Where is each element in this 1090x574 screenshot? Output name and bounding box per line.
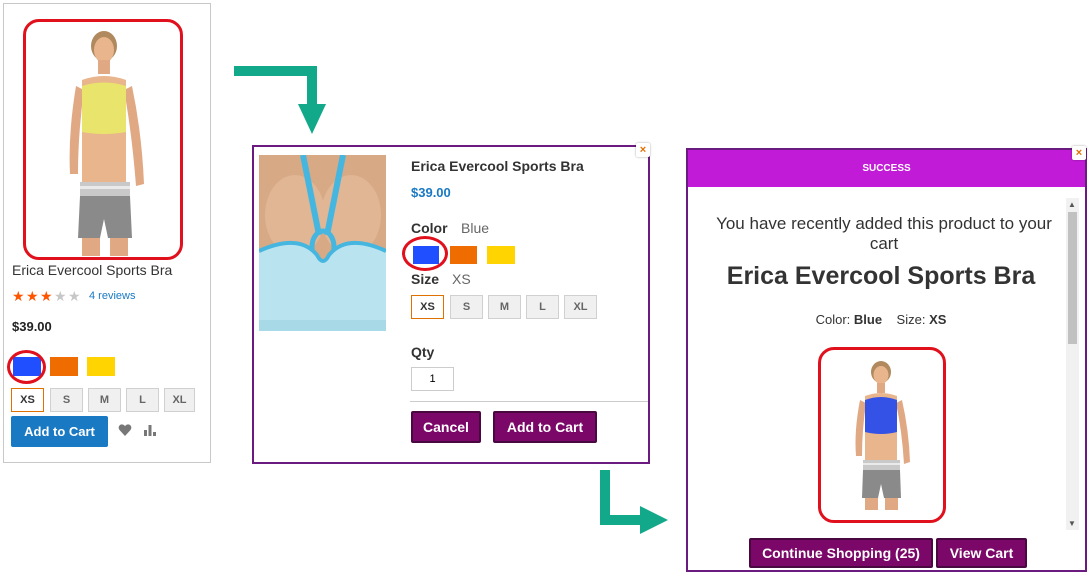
add-to-cart-button[interactable]: Add to Cart (493, 411, 597, 443)
size-option-xs[interactable]: XS (411, 295, 444, 319)
color-value: Blue (461, 220, 490, 236)
success-options: Color: Blue Size: XS (688, 312, 1074, 327)
view-cart-button[interactable]: View Cart (936, 538, 1027, 568)
size-label: Size: (896, 312, 926, 327)
size-option-m[interactable]: M (488, 295, 521, 319)
size-option-s[interactable]: S (450, 295, 483, 319)
star-icon: ★ (26, 288, 39, 304)
qty-input[interactable] (411, 367, 454, 391)
continue-shopping-button[interactable]: Continue Shopping (25) (749, 538, 933, 568)
product-card: Erica Evercool Sports Bra ★ ★ ★ ★ ★ 4 re… (3, 3, 211, 463)
color-label: Color: (815, 312, 851, 327)
star-icon: ★ (54, 288, 67, 304)
size-option-xs[interactable]: XS (11, 388, 44, 412)
modal-product-name: Erica Evercool Sports Bra (411, 158, 584, 174)
size-label: Size (411, 271, 440, 287)
modal-scrollbar[interactable]: ▲ ▼ (1066, 198, 1079, 530)
quick-add-modal: Erica Evercool Sports Bra $39.00 Color B… (252, 145, 650, 464)
product-price: $39.00 (12, 319, 52, 334)
swatch-highlight-ring (402, 236, 448, 271)
swatch-orange[interactable] (50, 357, 78, 376)
rating-stars: ★ ★ ★ ★ ★ (12, 289, 84, 303)
success-modal: SUCCESS You have recently added this pro… (686, 148, 1087, 572)
close-icon[interactable]: × (636, 143, 650, 157)
reviews-link[interactable]: 4 reviews (89, 290, 135, 302)
product-name-link[interactable]: Erica Evercool Sports Bra (12, 262, 172, 278)
star-icon: ★ (68, 288, 81, 304)
flow-arrow-right-icon (600, 470, 668, 534)
model-back-photo (259, 155, 386, 331)
qty-label: Qty (411, 344, 435, 360)
star-icon: ★ (40, 288, 53, 304)
swatch-highlight-ring (7, 350, 46, 384)
color-value: Blue (853, 312, 883, 327)
image-highlight-ring (818, 347, 946, 523)
flow-arrow-down-icon (234, 66, 326, 134)
size-value: XS (452, 271, 471, 287)
size-option-m[interactable]: M (88, 388, 121, 412)
product-back-image (259, 155, 386, 331)
success-header: SUCCESS (688, 150, 1085, 187)
size-value: XS (929, 312, 947, 327)
color-label: Color (411, 220, 448, 236)
modal-divider (410, 401, 648, 402)
add-to-cart-button[interactable]: Add to Cart (11, 416, 108, 447)
swatch-yellow[interactable] (487, 246, 515, 264)
scrollbar-thumb[interactable] (1068, 212, 1077, 344)
bar-chart-icon[interactable] (143, 423, 157, 437)
cancel-button[interactable]: Cancel (411, 411, 481, 443)
modal-product-price: $39.00 (411, 185, 451, 200)
swatch-orange[interactable] (450, 246, 477, 264)
close-icon[interactable]: × (1072, 146, 1086, 160)
size-option-l[interactable]: L (526, 295, 559, 319)
image-highlight-ring (23, 19, 183, 260)
size-option-xl[interactable]: XL (564, 295, 597, 319)
swatch-yellow[interactable] (87, 357, 115, 376)
size-option-xl[interactable]: XL (164, 388, 195, 412)
success-product-name: Erica Evercool Sports Bra (726, 262, 1036, 290)
size-option-s[interactable]: S (50, 388, 83, 412)
heart-icon[interactable] (118, 423, 132, 437)
scroll-down-icon[interactable]: ▼ (1068, 519, 1076, 528)
size-option-l[interactable]: L (126, 388, 159, 412)
scroll-up-icon[interactable]: ▲ (1068, 200, 1076, 209)
success-message: You have recently added this product to … (716, 214, 1052, 253)
star-icon: ★ (12, 288, 25, 304)
